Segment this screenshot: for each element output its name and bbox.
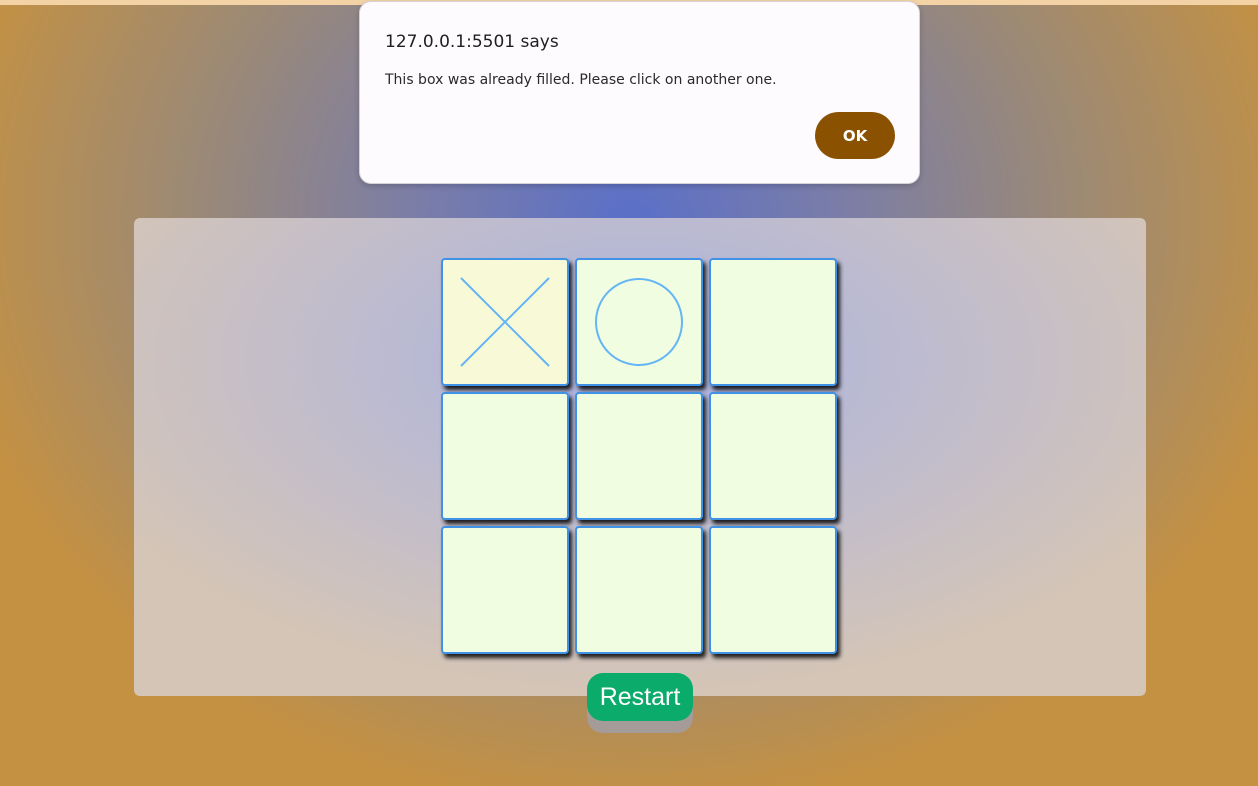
dialog-title: 127.0.0.1:5501 says [385,32,559,52]
board-cell-5[interactable] [575,392,703,520]
board-cell-9[interactable] [709,526,837,654]
ok-button[interactable]: OK [815,112,895,159]
o-mark-icon [595,278,683,366]
board-cell-2[interactable] [575,258,703,386]
restart-container: Restart [587,673,693,733]
board-cell-7[interactable] [441,526,569,654]
restart-button[interactable]: Restart [587,673,693,721]
board-cell-6[interactable] [709,392,837,520]
dialog-message: This box was already filled. Please clic… [385,72,777,88]
board-cell-3[interactable] [709,258,837,386]
board-cell-1[interactable] [441,258,569,386]
board-cell-8[interactable] [575,526,703,654]
alert-dialog: 127.0.0.1:5501 says This box was already… [359,1,920,184]
game-board [441,258,837,654]
board-cell-4[interactable] [441,392,569,520]
x-mark-icon [460,277,550,367]
